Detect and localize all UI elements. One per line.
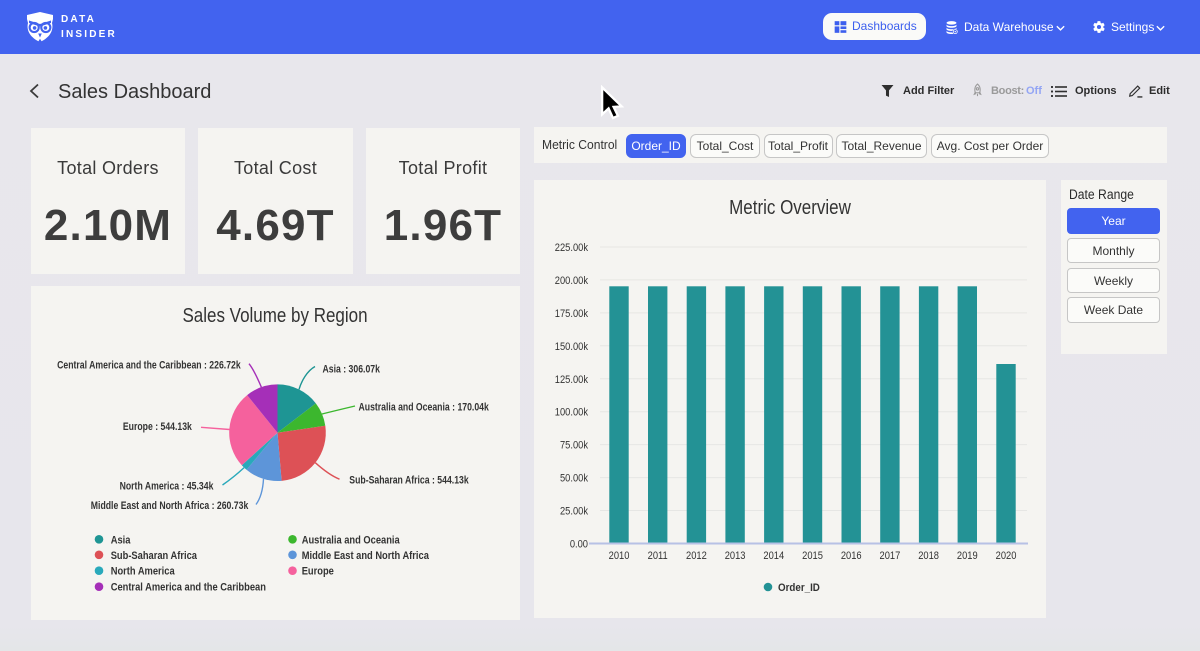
svg-text:2014: 2014	[763, 550, 784, 562]
svg-text:Asia : 306.07k: Asia : 306.07k	[323, 364, 381, 376]
svg-text:25.00k: 25.00k	[560, 506, 589, 518]
svg-text:2018: 2018	[918, 550, 939, 562]
svg-text:225.00k: 225.00k	[555, 242, 589, 254]
svg-text:North America: North America	[111, 566, 175, 578]
svg-text:2012: 2012	[686, 550, 707, 562]
svg-text:Middle East and North Africa: Middle East and North Africa	[302, 550, 429, 562]
svg-text:Sub-Saharan Africa : 544.13k: Sub-Saharan Africa : 544.13k	[349, 474, 469, 486]
svg-text:Sub-Saharan Africa: Sub-Saharan Africa	[111, 550, 198, 562]
svg-text:2016: 2016	[841, 550, 862, 562]
svg-text:Sales Volume by Region: Sales Volume by Region	[182, 304, 367, 327]
svg-text:Asia: Asia	[111, 535, 131, 547]
svg-text:North America : 45.34k: North America : 45.34k	[120, 481, 214, 493]
svg-text:200.00k: 200.00k	[555, 275, 589, 287]
svg-text:2015: 2015	[802, 550, 823, 562]
svg-text:175.00k: 175.00k	[555, 308, 589, 320]
svg-text:100.00k: 100.00k	[555, 407, 589, 419]
svg-text:Europe : 544.13k: Europe : 544.13k	[123, 421, 192, 433]
svg-text:0.00: 0.00	[570, 539, 588, 551]
svg-text:2017: 2017	[880, 550, 901, 562]
svg-text:Central America and the Caribb: Central America and the Caribbean : 226.…	[57, 359, 241, 371]
svg-text:2013: 2013	[725, 550, 746, 562]
svg-text:Australia and Oceania : 170.04: Australia and Oceania : 170.04k	[359, 402, 490, 414]
svg-text:Middle East and North Africa :: Middle East and North Africa : 260.73k	[91, 500, 249, 512]
svg-text:75.00k: 75.00k	[560, 440, 589, 452]
svg-text:Europe: Europe	[302, 566, 334, 578]
svg-text:50.00k: 50.00k	[560, 473, 589, 485]
svg-text:Central America and the Caribb: Central America and the Caribbean	[111, 582, 266, 594]
svg-text:125.00k: 125.00k	[555, 374, 589, 386]
svg-text:Metric Overview: Metric Overview	[729, 196, 851, 219]
svg-text:2019: 2019	[957, 550, 978, 562]
svg-text:150.00k: 150.00k	[555, 341, 589, 353]
svg-text:2011: 2011	[648, 550, 668, 562]
svg-text:Order_ID: Order_ID	[778, 583, 820, 595]
svg-text:Australia and Oceania: Australia and Oceania	[302, 535, 400, 547]
svg-text:2010: 2010	[609, 550, 630, 562]
svg-text:2020: 2020	[996, 550, 1017, 562]
